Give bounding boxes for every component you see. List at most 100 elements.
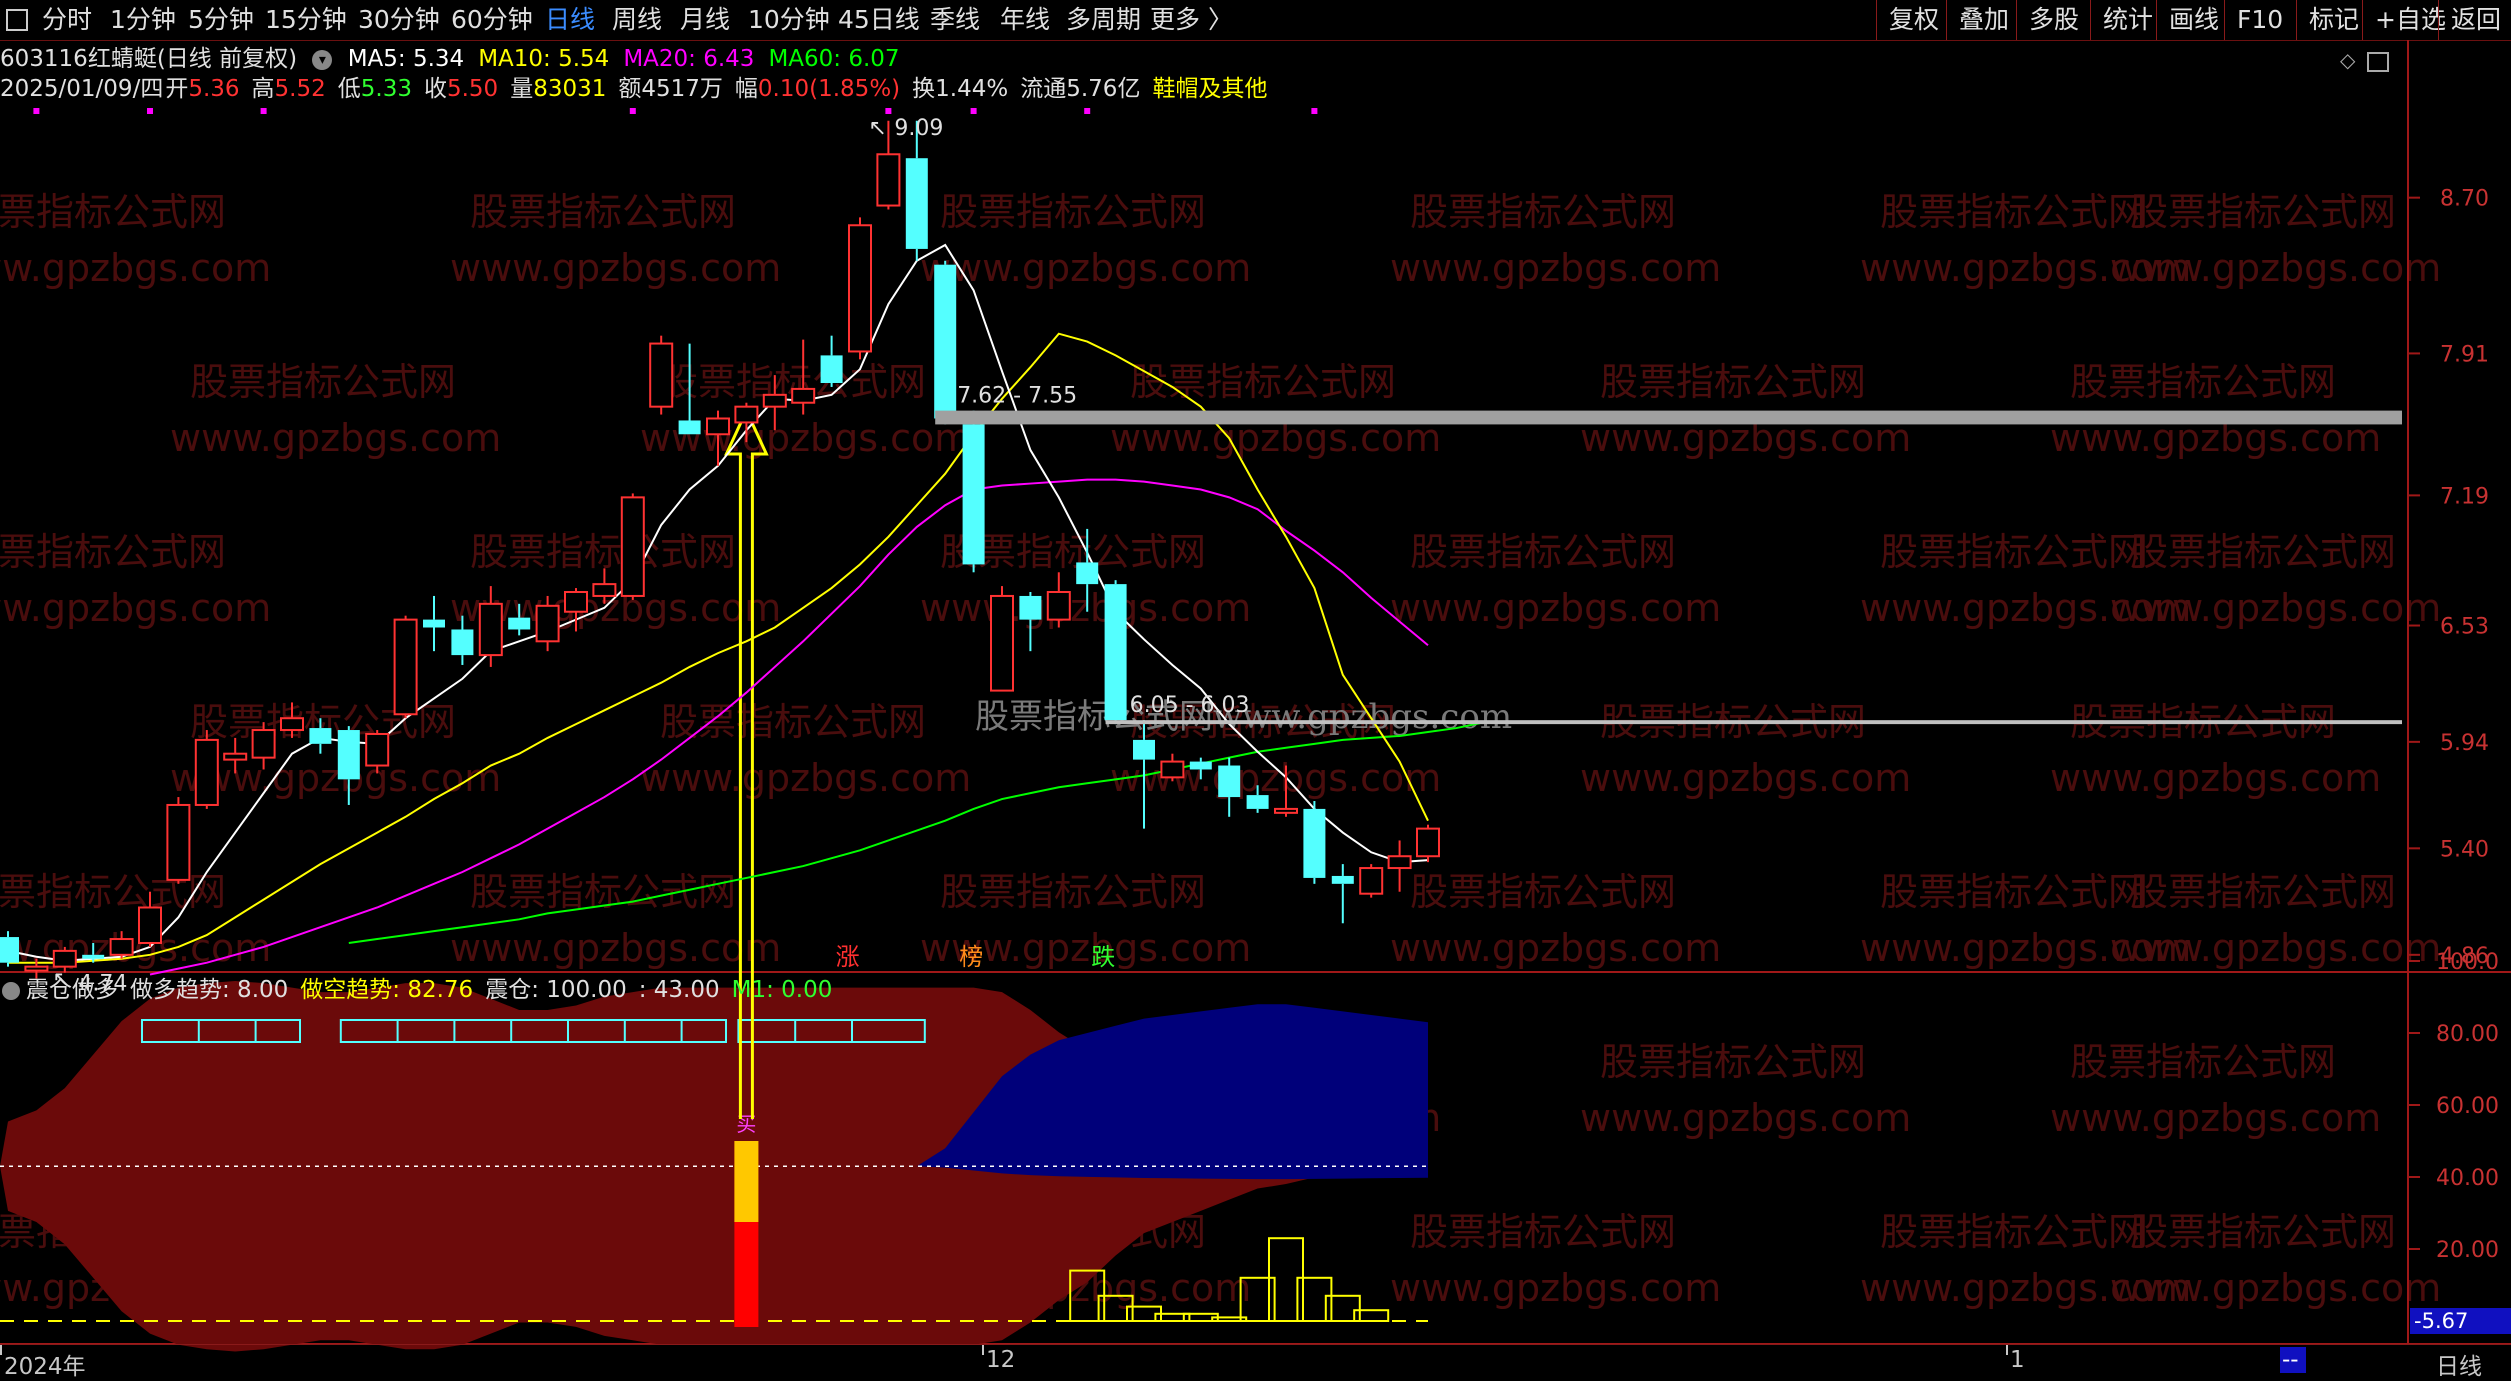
watermark-url: www.gpzbgs.com [1110, 756, 1441, 800]
price-axis-label: 5.40 [2440, 837, 2489, 862]
candle [905, 120, 928, 261]
ma-settings-icon[interactable]: ▾ [312, 49, 333, 70]
watermark-url: www.gpzbgs.com [2110, 246, 2441, 290]
gap-band-lower-label: 6.05 - 6.03 [1130, 693, 1250, 718]
candle [194, 730, 219, 809]
ma-legend-1: MA10: 5.54 [478, 46, 610, 72]
candle [1104, 580, 1127, 725]
level-value: : 43.00 [638, 977, 720, 1003]
watermark-text: 股票指标公式网 [470, 870, 736, 914]
watermark-url: www.gpzbgs.com [2110, 1266, 2441, 1310]
vol-label: 量 [510, 76, 534, 102]
event-marker-1[interactable]: 榜 [959, 943, 983, 971]
turnover-value: 换1.44% [912, 76, 1009, 102]
candle [1303, 801, 1326, 884]
candle [1359, 864, 1384, 898]
watermark-text: 股票指标公式网 [1410, 190, 1676, 234]
signal-dot [970, 108, 977, 114]
watermark-text: 股票指标公式网 [2070, 360, 2336, 404]
candle [1331, 864, 1354, 924]
price-axis-label: 7.19 [2440, 484, 2489, 509]
indicator-current-value: -5.67 [2414, 1309, 2469, 1333]
indicator-name[interactable]: 震仓做多 [26, 977, 118, 1003]
indicator-settings-icon[interactable] [2, 981, 20, 1000]
price-axis-label: 8.70 [2440, 187, 2489, 212]
watermark-url: www.gpzbgs.com [2110, 586, 2441, 630]
watermark-url: www.gpzbgs.com [1580, 1096, 1911, 1140]
event-marker-0[interactable]: 涨 [836, 943, 860, 971]
price-axis-label: 6.53 [2440, 615, 2489, 640]
watermark-url: www.gpzbgs.com [1390, 586, 1721, 630]
date-tick-end [2006, 1345, 2008, 1355]
watermark-url: www.gpzbgs.com [0, 586, 271, 630]
watermark-url: www.gpzbgs.com [920, 586, 1251, 630]
indicator-axis-label: 20.00 [2436, 1238, 2499, 1263]
candle [620, 493, 645, 600]
watermark-text: 股票指标公式网 [1880, 870, 2146, 914]
candle [166, 797, 191, 884]
date-tick-start [0, 1345, 2, 1355]
watermark-url: www.gpzbgs.com [1390, 246, 1721, 290]
candle [1416, 824, 1440, 863]
candle [649, 335, 674, 415]
window-toggle-icon[interactable] [2367, 51, 2390, 72]
watermark-url: www.gpzbgs.com [1390, 926, 1721, 970]
price-axis-label: 7.91 [2440, 342, 2489, 367]
stock-info-bar: 603116红蜻蜓(日线 前复权) ▾ MA5: 5.34 MA10: 5.54 M… [0, 44, 914, 74]
watermark-url: www.gpzbgs.com [0, 246, 271, 290]
watermark-url: www.gpzbgs.com [2110, 926, 2441, 970]
short-trend-value: 做空趋势: 82.76 [300, 977, 474, 1003]
high-label: 高 [251, 76, 275, 102]
high-marker-arrow: ↖ [868, 116, 886, 141]
close-value: 5.50 [446, 76, 499, 102]
stock-code: 603116 [0, 46, 88, 72]
watermark-url: www.gpzbgs.com [2050, 1096, 2381, 1140]
signal-dot [260, 108, 267, 114]
kline-chart: 股票指标公式网 www.gpzbgs.com 股票指标公式网 www.gpzbgs.c… [0, 40, 2511, 1352]
gap-band-lower [1105, 720, 2402, 725]
open-value: 5.36 [188, 76, 240, 102]
watermark-url: www.gpzbgs.com [450, 246, 781, 290]
diamond-icon[interactable]: ◇ [2340, 48, 2355, 72]
indicator-axis-label: 80.00 [2436, 1022, 2499, 1047]
watermark-text: 股票指标公式网 [1880, 190, 2146, 234]
signal-dot [1084, 108, 1091, 114]
ma-legend-0: MA5: 5.34 [347, 46, 465, 72]
chart-mode: (日线 前复权) [156, 46, 298, 72]
signal-dot [885, 108, 892, 114]
watermark-text: 股票指标公式网 [0, 870, 226, 914]
watermark-text: 股票指标公式网 [2130, 1210, 2396, 1254]
watermark-text: 股票指标公式网 [2130, 190, 2396, 234]
candle [962, 410, 985, 573]
indicator-axis-label: 100.0 [2436, 950, 2499, 975]
event-marker-2[interactable]: 跌 [1091, 943, 1115, 971]
watermark-text: 股票指标公式网 [0, 190, 226, 234]
ma-legend-2: MA20: 6.43 [623, 46, 755, 72]
ma-values: MA5: 5.34 MA10: 5.54 MA20: 6.43 MA60: 6.07 [348, 46, 914, 72]
buy-signal-bar-top [734, 1141, 759, 1222]
watermark-text: 股票指标公式网 [1600, 360, 1866, 404]
price-axis-label: 5.94 [2440, 731, 2489, 756]
signal-dot [147, 108, 153, 114]
stock-name: 红蜻蜓 [87, 46, 157, 72]
candle [848, 217, 872, 360]
watermark-text: 股票指标公式网 [1600, 1040, 1866, 1084]
watermark-text: 股票指标公式网 [660, 700, 926, 744]
open-label: 开 [165, 76, 189, 102]
watermark-url: www.gpzbgs.com [170, 416, 501, 460]
sector-link[interactable]: 鞋帽及其他 [1152, 76, 1267, 102]
signal-dot [1311, 108, 1318, 114]
gap-band-upper [935, 410, 2403, 425]
watermark-text: 股票指标公式网 [1880, 1210, 2146, 1254]
indicator-info-bar: 震仓做多 做多趋势: 8.00 做空趋势: 82.76 震仓: 100.00: 43.… [0, 975, 832, 1005]
watermark-url: www.gpzbgs.com [640, 756, 971, 800]
candle [820, 335, 843, 387]
watermark-text: 股票指标公式网 [1410, 870, 1676, 914]
long-trend-value: 做多趋势: 8.00 [130, 977, 289, 1003]
watermark-text: 股票指标公式网 [470, 190, 736, 234]
date-label-mid: 12 [986, 1347, 1016, 1373]
m1-value: M1: 0.00 [731, 977, 833, 1003]
chart-options-icons: ◇ [2340, 48, 2390, 72]
signal-dot [629, 108, 636, 114]
date-label: 2025/01/09/四 [0, 76, 164, 102]
